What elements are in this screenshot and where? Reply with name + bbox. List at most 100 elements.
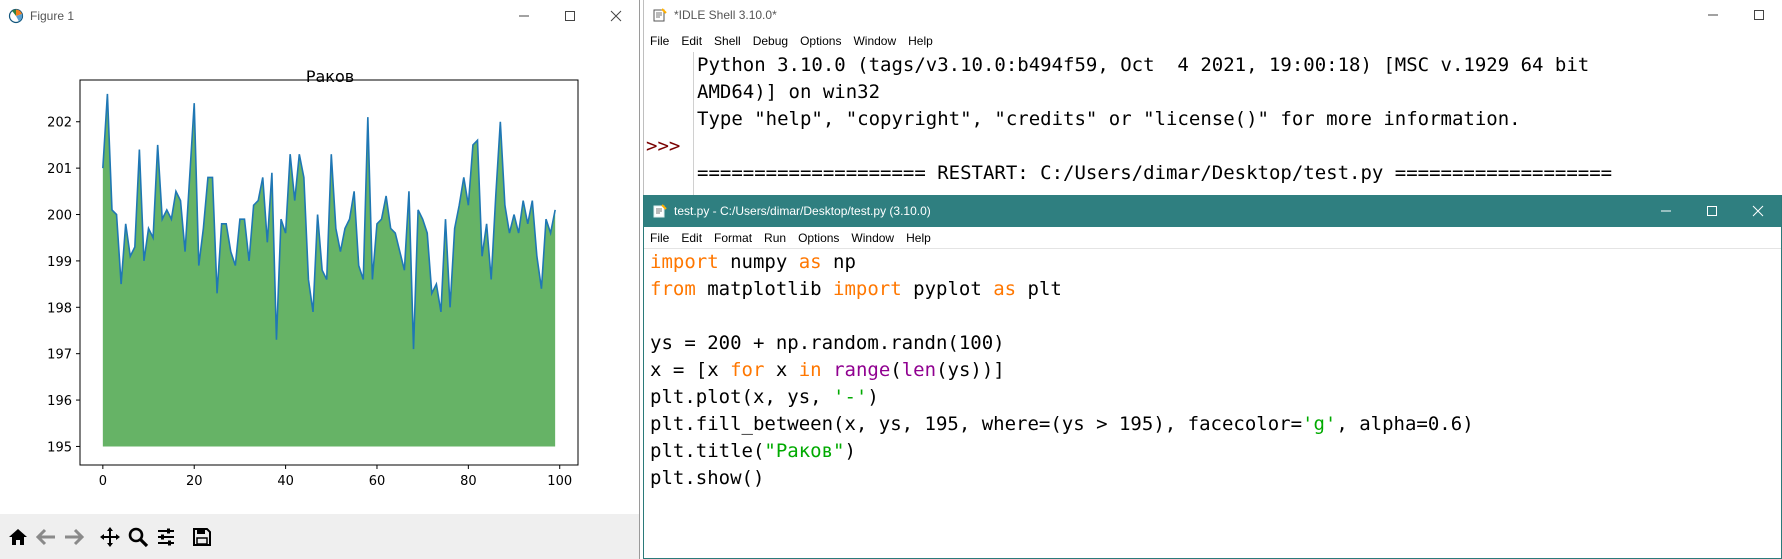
back-button[interactable] bbox=[32, 521, 60, 553]
editor-title: test.py - C:/Users/dimar/Desktop/test.py… bbox=[674, 204, 931, 218]
shell-maximize-button[interactable] bbox=[1736, 0, 1782, 30]
shell-menu-help[interactable]: Help bbox=[902, 30, 939, 52]
y-tick-label: 202 bbox=[47, 116, 72, 131]
shell-menu-shell[interactable]: Shell bbox=[708, 30, 747, 52]
code-token: as bbox=[993, 278, 1017, 300]
code-token: range bbox=[833, 359, 891, 381]
shell-prompt: >>> bbox=[646, 135, 681, 157]
code-token: np bbox=[821, 251, 856, 273]
code-token: x = [x bbox=[650, 359, 731, 381]
figure-window: Figure 1 Раков 0 20 40 60 80 100 195 196 197 198… bbox=[0, 0, 640, 559]
code-token: for bbox=[730, 359, 765, 381]
code-line: plt.show() bbox=[650, 465, 1781, 492]
editor-titlebar[interactable]: test.py - C:/Users/dimar/Desktop/test.py… bbox=[644, 195, 1781, 227]
back-arrow-icon bbox=[35, 528, 55, 545]
configure-icon bbox=[158, 528, 174, 545]
x-tick-label: 20 bbox=[186, 474, 203, 489]
code-token: plt.fill_between(x, ys, 195, where=(ys >… bbox=[650, 413, 1303, 435]
code-token: "Раков" bbox=[764, 440, 845, 462]
area-chart[interactable]: Раков 0 20 40 60 80 100 195 196 197 198 199 200 201… bbox=[0, 32, 639, 514]
zoom-button[interactable] bbox=[124, 521, 152, 553]
code-token: plt bbox=[1016, 278, 1062, 300]
code-token: matplotlib bbox=[695, 278, 834, 300]
save-button[interactable] bbox=[188, 521, 216, 553]
figure-titlebar[interactable]: Figure 1 bbox=[0, 0, 639, 32]
shell-line: Python 3.10.0 (tags/v3.10.0:b494f59, Oct… bbox=[697, 54, 1590, 76]
idle-icon bbox=[653, 204, 667, 218]
code-token: x bbox=[764, 359, 799, 381]
code-token: numpy bbox=[718, 251, 799, 273]
idle-icon bbox=[653, 8, 667, 22]
code-token: ys = 200 + np.random.randn(100) bbox=[650, 332, 1005, 354]
navigation-toolbar bbox=[0, 514, 639, 559]
shell-menu-edit[interactable]: Edit bbox=[675, 30, 708, 52]
y-tick-label: 198 bbox=[47, 301, 72, 316]
home-button[interactable] bbox=[4, 521, 32, 553]
shell-menu-window[interactable]: Window bbox=[847, 30, 902, 52]
forward-arrow-icon bbox=[65, 528, 85, 545]
editor-maximize-button[interactable] bbox=[1689, 195, 1735, 227]
editor-window: test.py - C:/Users/dimar/Desktop/test.py… bbox=[643, 195, 1782, 559]
code-token: import bbox=[833, 278, 902, 300]
editor-menubar: File Edit Format Run Options Window Help bbox=[644, 227, 1781, 249]
code-editor[interactable]: import numpy as np from matplotlib import… bbox=[650, 249, 1781, 492]
editor-menu-run[interactable]: Run bbox=[758, 227, 792, 248]
code-token: ) bbox=[867, 386, 879, 408]
matplotlib-icon bbox=[8, 8, 24, 24]
zoom-icon bbox=[128, 527, 149, 547]
shell-text: Python 3.10.0 (tags/v3.10.0:b494f59, Oct… bbox=[697, 52, 1782, 187]
idle-shell-window: *IDLE Shell 3.10.0* File Edit Shell Debug Op… bbox=[643, 0, 1782, 195]
editor-menu-options[interactable]: Options bbox=[792, 227, 845, 248]
shell-menu-options[interactable]: Options bbox=[794, 30, 847, 52]
code-token: in bbox=[798, 359, 822, 381]
maximize-icon bbox=[565, 11, 575, 21]
code-token: ) bbox=[844, 440, 856, 462]
close-button[interactable] bbox=[593, 0, 639, 32]
code-token: len bbox=[901, 359, 937, 381]
editor-menu-file[interactable]: File bbox=[644, 227, 675, 248]
shell-titlebar[interactable]: *IDLE Shell 3.10.0* bbox=[644, 0, 1782, 30]
code-line: from matplotlib import pyplot as plt bbox=[650, 276, 1781, 303]
chart-title: Раков bbox=[306, 67, 354, 86]
editor-minimize-button[interactable] bbox=[1643, 195, 1689, 227]
code-token: , alpha=0.6) bbox=[1336, 413, 1474, 435]
pan-icon bbox=[100, 526, 120, 547]
y-tick-label: 195 bbox=[47, 440, 72, 455]
shell-title: *IDLE Shell 3.10.0* bbox=[674, 8, 777, 22]
maximize-button[interactable] bbox=[547, 0, 593, 32]
shell-output[interactable]: >>> Python 3.10.0 (tags/v3.10.0:b494f59,… bbox=[644, 52, 1782, 195]
home-icon bbox=[9, 528, 27, 545]
shell-menu-debug[interactable]: Debug bbox=[747, 30, 794, 52]
plot-area[interactable]: Раков 0 20 40 60 80 100 195 196 197 198 199 200 201… bbox=[0, 32, 639, 514]
y-tick-label: 199 bbox=[47, 255, 72, 270]
shell-line: Type "help", "copyright", "credits" or "… bbox=[697, 108, 1521, 130]
figure-title: Figure 1 bbox=[30, 9, 75, 23]
maximize-icon bbox=[1754, 10, 1764, 20]
editor-menu-help[interactable]: Help bbox=[900, 227, 937, 248]
minimize-button[interactable] bbox=[501, 0, 547, 32]
close-icon bbox=[1752, 205, 1764, 217]
code-line: plt.fill_between(x, ys, 195, where=(ys >… bbox=[650, 411, 1781, 438]
code-token: plt.show() bbox=[650, 467, 765, 489]
x-tick-label: 60 bbox=[369, 474, 386, 489]
editor-menu-edit[interactable]: Edit bbox=[675, 227, 708, 248]
save-icon bbox=[193, 527, 211, 546]
code-token: plt.plot(x, ys, bbox=[650, 386, 834, 408]
forward-button[interactable] bbox=[60, 521, 88, 553]
y-tick-label: 197 bbox=[47, 348, 72, 363]
editor-menu-format[interactable]: Format bbox=[708, 227, 758, 248]
shell-menu-file[interactable]: File bbox=[644, 30, 675, 52]
minimize-icon bbox=[1708, 14, 1718, 16]
shell-line: ==================== RESTART: C:/Users/d… bbox=[697, 162, 1613, 184]
code-token: as bbox=[798, 251, 822, 273]
pan-button[interactable] bbox=[96, 521, 124, 553]
shell-minimize-button[interactable] bbox=[1690, 0, 1736, 30]
editor-menu-window[interactable]: Window bbox=[845, 227, 900, 248]
x-tick-label: 80 bbox=[460, 474, 477, 489]
editor-close-button[interactable] bbox=[1735, 195, 1781, 227]
code-line: plt.title("Раков") bbox=[650, 438, 1781, 465]
configure-button[interactable] bbox=[152, 521, 180, 553]
